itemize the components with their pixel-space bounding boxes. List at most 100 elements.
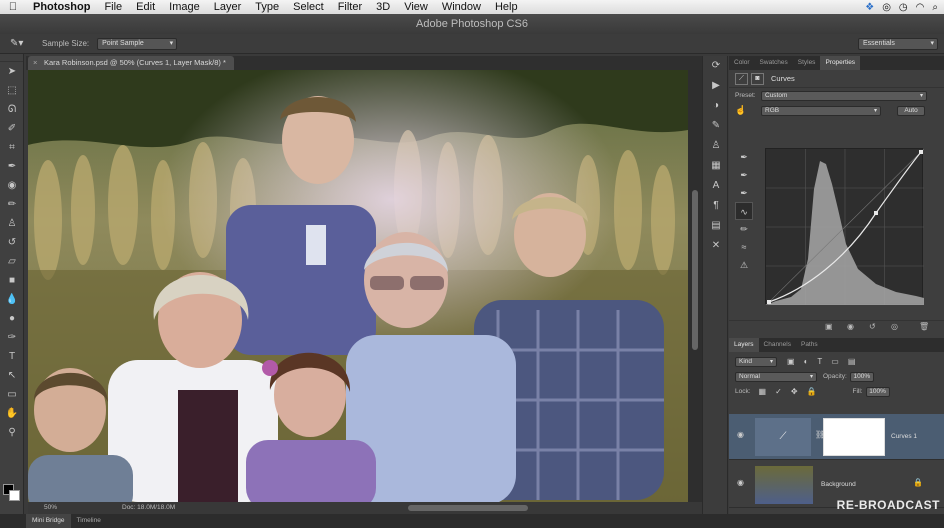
dodge-tool-icon[interactable]: ● — [0, 309, 24, 328]
sync-icon[interactable]: ◎ — [882, 2, 891, 13]
tab-timeline[interactable]: Timeline — [71, 514, 107, 528]
eraser-tool-icon[interactable]: ▱ — [0, 252, 24, 271]
spotlight-icon[interactable]: ⌕ — [932, 2, 938, 13]
layer-filter-kind-select[interactable]: Kind — [735, 356, 777, 367]
scrollbar-thumb[interactable] — [692, 190, 698, 350]
filter-adjustment-icon[interactable]: ◐ — [804, 357, 809, 366]
view-previous-icon[interactable]: ◉ — [847, 322, 854, 331]
lock-transparency-icon[interactable]: ▦ — [759, 387, 767, 396]
tab-channels[interactable]: Channels — [759, 338, 796, 352]
black-point-eyedropper-icon[interactable]: ✒ — [735, 148, 753, 166]
wifi-icon[interactable]: ◠ — [916, 2, 925, 13]
lock-image-icon[interactable]: ✓ — [775, 387, 782, 396]
menu-window[interactable]: Window — [435, 0, 488, 14]
image-canvas[interactable] — [28, 70, 688, 502]
eye-icon[interactable]: ◉ — [737, 478, 744, 487]
character-panel-icon[interactable]: A — [703, 176, 729, 196]
history-brush-tool-icon[interactable]: ↺ — [0, 233, 24, 252]
filter-shape-icon[interactable]: ▭ — [831, 357, 839, 366]
clone-stamp-tool-icon[interactable]: ♙ — [0, 214, 24, 233]
actions-panel-icon[interactable]: ▶ — [703, 76, 729, 96]
menu-type[interactable]: Type — [248, 0, 286, 14]
workspace-select[interactable]: Essentials — [858, 38, 938, 50]
crop-tool-icon[interactable]: ⌗ — [0, 138, 24, 157]
tab-mini-bridge[interactable]: Mini Bridge — [26, 514, 71, 528]
menu-filter[interactable]: Filter — [331, 0, 369, 14]
menu-select[interactable]: Select — [286, 0, 331, 14]
close-tab-icon[interactable]: × — [33, 56, 37, 70]
layer-row-curves[interactable]: ◉ ⟋ ⛓ Curves 1 — [729, 414, 944, 460]
tab-layers[interactable]: Layers — [729, 338, 759, 352]
tab-color[interactable]: Color — [729, 56, 755, 70]
menu-view[interactable]: View — [397, 0, 435, 14]
gray-point-eyedropper-icon[interactable]: ✒ — [735, 166, 753, 184]
menu-3d[interactable]: 3D — [369, 0, 397, 14]
layer-name[interactable]: Background — [821, 481, 856, 488]
type-tool-icon[interactable]: T — [0, 347, 24, 366]
canvas-vertical-scrollbar[interactable] — [688, 70, 702, 502]
layer-mask-icon[interactable]: ◙ — [751, 72, 764, 85]
tool-presets-panel-icon[interactable]: ▦ — [703, 156, 729, 176]
brush-tool-icon[interactable]: ✏ — [0, 195, 24, 214]
brush-panel-icon[interactable]: ✎ — [703, 116, 729, 136]
apple-icon[interactable]:  — [0, 1, 26, 13]
toolbox-grip[interactable] — [0, 54, 23, 62]
document-size[interactable]: Doc: 18.0M/18.0M — [122, 502, 175, 514]
fill-input[interactable]: 100% — [865, 386, 890, 397]
adjustments-panel-icon[interactable]: ◑ — [703, 96, 729, 116]
curve-control-point[interactable] — [874, 211, 878, 215]
layer-mask-thumbnail[interactable] — [823, 418, 885, 456]
curve-point-tool-icon[interactable]: ∿ — [735, 202, 753, 220]
opacity-input[interactable]: 100% — [849, 371, 874, 382]
preset-select[interactable]: Custom — [761, 90, 927, 101]
layer-name[interactable]: Curves 1 — [891, 433, 917, 440]
channel-select[interactable]: RGB — [761, 105, 881, 116]
tab-paths[interactable]: Paths — [796, 338, 823, 352]
rectangle-tool-icon[interactable]: ▭ — [0, 385, 24, 404]
filter-smart-object-icon[interactable]: ▤ — [848, 357, 856, 366]
dropbox-icon[interactable]: ❖ — [865, 2, 874, 13]
reset-icon[interactable]: ↺ — [869, 322, 876, 331]
delete-adjustment-icon[interactable]: 🗑 — [919, 322, 929, 331]
pen-tool-icon[interactable]: ✑ — [0, 328, 24, 347]
tab-styles[interactable]: Styles — [793, 56, 821, 70]
time-machine-icon[interactable]: ◷ — [899, 2, 908, 13]
filter-pixel-icon[interactable]: ▣ — [787, 357, 795, 366]
notes-panel-icon[interactable]: ▤ — [703, 216, 729, 236]
lasso-tool-icon[interactable]: ᘏ — [0, 100, 24, 119]
auto-button[interactable]: Auto — [897, 105, 925, 116]
zoom-tool-icon[interactable]: ⚲ — [0, 423, 24, 442]
menu-edit[interactable]: Edit — [129, 0, 162, 14]
blur-tool-icon[interactable]: 💧 — [0, 290, 24, 309]
clipping-warning-icon[interactable]: ⚠ — [735, 256, 753, 274]
path-select-tool-icon[interactable]: ↖ — [0, 366, 24, 385]
menu-help[interactable]: Help — [488, 0, 525, 14]
tab-properties[interactable]: Properties — [820, 56, 861, 70]
paragraph-panel-icon[interactable]: ¶ — [703, 196, 729, 216]
hand-tool-icon[interactable]: ✋ — [0, 404, 24, 423]
document-tab[interactable]: × Kara Robinson.psd @ 50% (Curves 1, Lay… — [28, 56, 234, 70]
eyedropper-tool-icon[interactable]: ✎▾ — [10, 38, 32, 49]
sample-size-select[interactable]: Point Sample — [97, 37, 178, 50]
eyedropper-tool-icon[interactable]: ✒ — [0, 157, 24, 176]
menu-photoshop[interactable]: Photoshop — [26, 0, 97, 14]
clone-source-panel-icon[interactable]: ♙ — [703, 136, 729, 156]
menu-layer[interactable]: Layer — [207, 0, 249, 14]
curve-black-point[interactable] — [767, 300, 771, 304]
gradient-tool-icon[interactable]: ■ — [0, 271, 24, 290]
menu-image[interactable]: Image — [162, 0, 207, 14]
clip-to-layer-icon[interactable]: ▣ — [825, 322, 833, 331]
visibility-icon[interactable]: ◎ — [891, 322, 898, 331]
move-tool-icon[interactable]: ➤ — [0, 62, 24, 81]
menu-file[interactable]: File — [97, 0, 129, 14]
tab-swatches[interactable]: Swatches — [755, 56, 793, 70]
curve-white-point[interactable] — [919, 150, 923, 154]
pencil-curve-tool-icon[interactable]: ✏ — [735, 220, 753, 238]
zoom-level[interactable]: 50% — [44, 502, 57, 514]
blend-mode-select[interactable]: Normal — [735, 371, 817, 382]
quick-select-tool-icon[interactable]: ✐ — [0, 119, 24, 138]
lock-position-icon[interactable]: ✥ — [791, 387, 798, 396]
horizontal-scrollbar-thumb[interactable] — [408, 505, 528, 511]
white-point-eyedropper-icon[interactable]: ✒ — [735, 184, 753, 202]
marquee-tool-icon[interactable]: ⬚ — [0, 81, 24, 100]
